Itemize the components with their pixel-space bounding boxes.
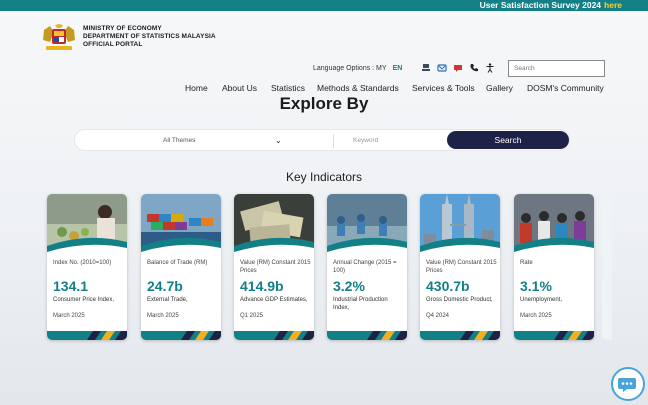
indicator-card-advance-gdp[interactable]: Value (RM) Constant 2015 Prices 414.9b A… <box>234 194 314 340</box>
card-stripes <box>514 331 594 340</box>
indicator-desc: Unemployment, <box>520 297 563 303</box>
ministry-line-3: OFFICIAL PORTAL <box>83 41 143 48</box>
nav-methods-standards[interactable]: Methods & Standards <box>317 83 399 93</box>
indicator-card-gdp[interactable]: Value (RM) Constant 2015 Prices 430.7b G… <box>420 194 500 340</box>
themes-select[interactable]: All Themes <box>163 137 195 144</box>
chevron-down-icon[interactable]: ⌄ <box>275 136 282 145</box>
card-stripes <box>141 331 221 340</box>
nav-about-us[interactable]: About Us <box>222 83 257 93</box>
top-announcement-bar: User Satisfaction Survey 2024 here <box>0 0 648 11</box>
indicator-period: March 2025 <box>53 313 85 319</box>
keyword-input[interactable]: Keyword <box>353 137 378 144</box>
indicator-value: 24.7b <box>147 278 183 294</box>
nav-home[interactable]: Home <box>185 83 208 93</box>
indicator-desc: External Trade, <box>147 297 188 303</box>
card-stripes <box>47 331 127 340</box>
indicator-value: 430.7b <box>426 278 470 294</box>
sitemap-icon[interactable] <box>421 63 431 73</box>
indicator-label: Annual Change (2015 = 100) <box>333 260 397 274</box>
coat-of-arms-logo[interactable] <box>40 24 78 52</box>
indicator-card-trade[interactable]: Balance of Trade (RM) 24.7b External Tra… <box>141 194 221 340</box>
survey-here-link[interactable]: here <box>604 0 622 10</box>
indicator-period: Q4 2024 <box>426 313 450 319</box>
indicator-label: Value (RM) Constant 2015 Prices <box>240 260 311 274</box>
card-stripes <box>327 331 407 340</box>
card-stripes <box>234 331 314 340</box>
indicator-value: 3.1% <box>520 278 552 294</box>
indicator-label: Value (RM) Constant 2015 Prices <box>426 260 497 274</box>
indicator-period: March 2025 <box>147 313 179 319</box>
chat-widget-button[interactable] <box>611 367 645 401</box>
survey-link[interactable]: User Satisfaction Survey 2024 here <box>480 0 622 11</box>
indicator-label: Index No. (2010=100) <box>53 260 112 266</box>
ministry-line-2: DEPARTMENT OF STATISTICS MALAYSIA <box>83 33 216 40</box>
chat-icon <box>618 378 636 392</box>
survey-text: User Satisfaction Survey 2024 <box>479 0 602 10</box>
indicator-period: Q1 2025 <box>240 313 264 319</box>
indicator-value: 3.2% <box>333 278 365 294</box>
language-options: Language Options : MY EN <box>313 65 402 72</box>
card-wave <box>234 237 314 258</box>
chat-bubble-icon[interactable] <box>453 63 463 73</box>
header-search-input[interactable] <box>508 60 605 77</box>
indicator-label: Rate <box>520 260 533 266</box>
language-label: Language Options : MY <box>313 65 387 72</box>
card-wave <box>141 237 221 258</box>
card-wave <box>47 237 127 258</box>
explore-by-title: Explore By <box>279 94 369 113</box>
card-wave <box>327 237 407 258</box>
indicator-value: 414.9b <box>240 278 284 294</box>
indicator-period: March 2025 <box>520 313 552 319</box>
card-wave <box>514 237 594 258</box>
indicator-desc: Advance GDP Estimates, <box>240 297 308 303</box>
language-en[interactable]: EN <box>393 65 403 72</box>
nav-dosm-community[interactable]: DOSM's Community <box>527 83 604 93</box>
card-stripes <box>420 331 500 340</box>
nav-gallery[interactable]: Gallery <box>486 83 513 93</box>
nav-statistics[interactable]: Statistics <box>271 83 305 93</box>
indicator-desc: Consumer Price Index, <box>53 297 115 303</box>
accessibility-icon[interactable] <box>485 63 495 73</box>
ministry-line-1: MINISTRY OF ECONOMY <box>83 25 162 32</box>
card-wave <box>420 237 500 258</box>
phone-icon[interactable] <box>469 63 479 73</box>
indicator-card-cpi[interactable]: Index No. (2010=100) 134.1 Consumer Pric… <box>47 194 127 340</box>
indicator-value: 134.1 <box>53 278 89 294</box>
key-indicators-title: Key Indicators <box>285 170 363 184</box>
indicator-label: Balance of Trade (RM) <box>147 260 208 266</box>
indicator-desc: Gross Domestic Product, <box>426 297 493 303</box>
ministry-title: MINISTRY OF ECONOMY DEPARTMENT OF STATIS… <box>83 25 216 49</box>
search-divider <box>333 134 334 148</box>
explore-search-button[interactable]: Search <box>447 131 569 149</box>
indicator-card-ipi[interactable]: Annual Change (2015 = 100) 3.2% Industri… <box>327 194 407 340</box>
next-card-peek[interactable] <box>602 194 612 340</box>
nav-services-tools[interactable]: Services & Tools <box>412 83 475 93</box>
feedback-icon[interactable] <box>437 63 447 73</box>
indicator-card-unemployment[interactable]: Rate 3.1% Unemployment, March 2025 <box>514 194 594 340</box>
indicator-desc: Industrial Production Index, <box>333 297 388 311</box>
